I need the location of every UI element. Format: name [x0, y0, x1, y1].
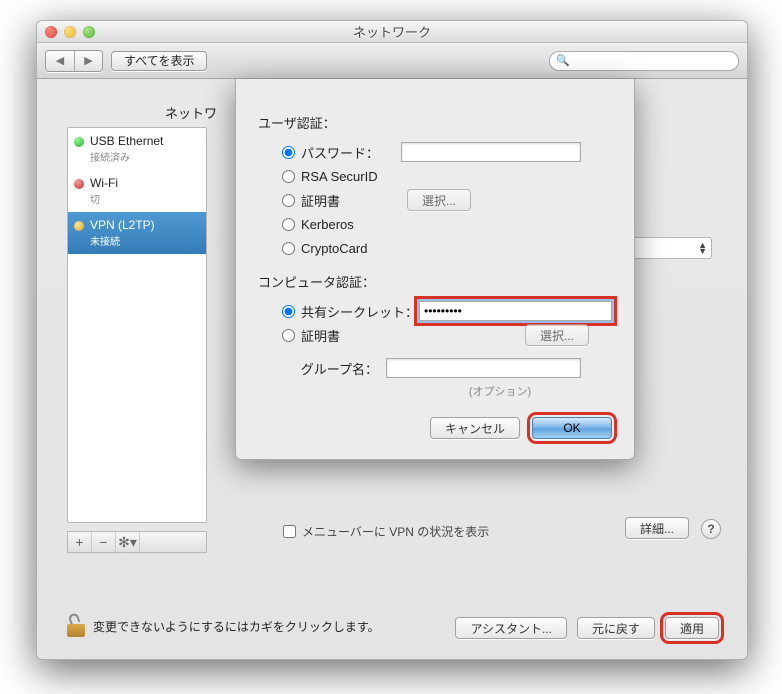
lock-text: 変更できないようにするにはカギをクリックします。	[93, 618, 380, 635]
user-cert-select-button[interactable]: 選択...	[407, 189, 471, 211]
lock-icon[interactable]	[67, 615, 85, 637]
sidebar-item-status: 接続済み	[90, 149, 198, 164]
machine-cert-select-button[interactable]: 選択...	[525, 324, 589, 346]
remove-service-button[interactable]: −	[92, 532, 116, 552]
status-dot-icon	[74, 221, 84, 231]
window-title: ネットワーク	[37, 22, 747, 41]
search-icon: 🔍	[556, 54, 570, 67]
user-auth-password-label: パスワード：	[301, 143, 401, 162]
forward-button[interactable]: ▶	[74, 51, 102, 71]
preferences-window: ネットワーク ◀ ▶ すべてを表示 🔍 ネットワ USB Ethernet 接続…	[36, 20, 748, 660]
machine-auth-label: コンピュータ認証：	[258, 272, 612, 291]
location-label: ネットワ	[165, 103, 217, 122]
titlebar: ネットワーク	[37, 21, 747, 43]
apply-button[interactable]: 適用	[665, 617, 719, 639]
user-auth-cert-label: 証明書	[301, 191, 401, 210]
machine-auth-shared-secret-label: 共有シークレット：	[301, 302, 419, 321]
show-vpn-in-menubar-label: メニューバーに VPN の状況を表示	[302, 523, 489, 540]
show-all-button[interactable]: すべてを表示	[111, 51, 207, 71]
user-auth-kerberos-label: Kerberos	[301, 217, 401, 232]
popup-arrows-icon: ▲▼	[698, 242, 707, 254]
user-auth-rsa-label: RSA SecurID	[301, 169, 401, 184]
group-name-label: グループ名：	[282, 359, 386, 378]
sidebar-tools: + − ✻▾	[67, 531, 207, 553]
machine-auth-cert-radio[interactable]	[282, 329, 295, 342]
assistant-button[interactable]: アシスタント...	[455, 617, 567, 639]
bottom-buttons: アシスタント... 元に戻す 適用	[455, 617, 719, 639]
group-name-input[interactable]	[386, 358, 581, 378]
search-field[interactable]: 🔍	[549, 51, 739, 71]
sidebar-item-name: VPN (L2TP)	[90, 218, 198, 232]
sidebar-item-usb-ethernet[interactable]: USB Ethernet 接続済み	[68, 128, 206, 170]
status-dot-icon	[74, 179, 84, 189]
sidebar-item-status: 切	[90, 191, 198, 206]
sidebar-item-status: 未接続	[90, 233, 198, 248]
sidebar-item-wifi[interactable]: Wi-Fi 切	[68, 170, 206, 212]
machine-auth-cert-label: 証明書	[301, 326, 419, 345]
services-sidebar: USB Ethernet 接続済み Wi-Fi 切 VPN (L2TP) 未接続	[67, 127, 207, 523]
auth-settings-sheet: ユーザ認証： パスワード： RSA SecurID 証明書 選択... Kerb…	[235, 79, 635, 460]
add-service-button[interactable]: +	[68, 532, 92, 552]
back-button[interactable]: ◀	[46, 51, 74, 71]
ok-button[interactable]: OK	[532, 417, 612, 439]
status-dot-icon	[74, 137, 84, 147]
user-auth-password-radio[interactable]	[282, 146, 295, 159]
user-auth-cryptocard-radio[interactable]	[282, 242, 295, 255]
user-auth-kerberos-radio[interactable]	[282, 218, 295, 231]
sidebar-item-name: USB Ethernet	[90, 134, 198, 148]
shared-secret-input[interactable]	[419, 301, 612, 321]
help-button[interactable]: ?	[701, 519, 721, 539]
user-auth-cryptocard-label: CryptoCard	[301, 241, 401, 256]
machine-auth-shared-secret-radio[interactable]	[282, 305, 295, 318]
toolbar: ◀ ▶ すべてを表示 🔍	[37, 43, 747, 79]
lock-row: 変更できないようにするにはカギをクリックします。	[67, 615, 380, 637]
user-auth-rsa-radio[interactable]	[282, 170, 295, 183]
group-optional-note: (オプション)	[388, 383, 612, 399]
user-auth-label: ユーザ認証：	[258, 113, 612, 132]
nav-segment: ◀ ▶	[45, 50, 103, 72]
menubar-status-row: メニューバーに VPN の状況を表示	[283, 523, 489, 540]
service-actions-button[interactable]: ✻▾	[116, 532, 140, 552]
revert-button[interactable]: 元に戻す	[577, 617, 655, 639]
user-auth-password-input[interactable]	[401, 142, 581, 162]
sidebar-item-name: Wi-Fi	[90, 176, 198, 190]
cancel-button[interactable]: キャンセル	[430, 417, 520, 439]
advanced-button[interactable]: 詳細...	[625, 517, 689, 539]
sidebar-item-vpn[interactable]: VPN (L2TP) 未接続	[68, 212, 206, 254]
user-auth-cert-radio[interactable]	[282, 194, 295, 207]
search-input[interactable]	[574, 54, 732, 68]
show-vpn-in-menubar-checkbox[interactable]	[283, 525, 296, 538]
